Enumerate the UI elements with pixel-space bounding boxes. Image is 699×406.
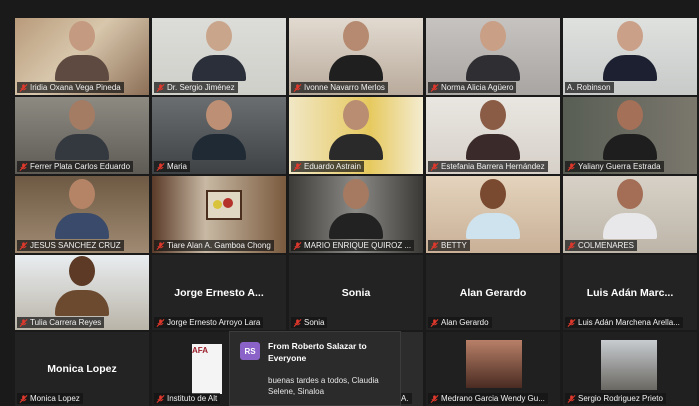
video-tile[interactable]: Norma Alicia Agüero	[426, 18, 560, 95]
chat-message-text: buenas tardes a todos, Claudia Selene, S…	[268, 376, 379, 396]
participant-name-tag: A. Robinson	[565, 82, 614, 93]
video-tile[interactable]: BETTY	[426, 176, 560, 253]
muted-mic-icon	[19, 162, 28, 171]
muted-mic-icon	[430, 318, 439, 327]
participant-display-name: Jorge Ernesto A...	[174, 286, 264, 299]
muted-mic-icon	[156, 83, 165, 92]
participant-name-tag: Sergio Rodriguez Prieto	[565, 393, 666, 404]
video-tile[interactable]: Maria	[152, 97, 286, 174]
video-tile[interactable]: Ferrer Plata Carlos Eduardo	[15, 97, 149, 174]
muted-mic-icon	[19, 241, 28, 250]
name-only-tile[interactable]: Jorge Ernesto A... Jorge Ernesto Arroyo …	[152, 255, 286, 330]
name-only-tile[interactable]: Monica Lopez Monica Lopez	[15, 332, 149, 406]
name-only-tile[interactable]: Luis Adán Marc... Luis Adán Marchena Are…	[563, 255, 697, 330]
participant-name-tag: Instituto de Alt	[154, 393, 221, 404]
participant-name-tag: Sonia	[291, 317, 328, 328]
video-tile[interactable]: Estefania Barrera Hernández	[426, 97, 560, 174]
participant-name-tag: BETTY	[428, 240, 470, 251]
video-tile[interactable]: Tiare Alan A. Gamboa Chong	[152, 176, 286, 253]
participant-name-tag: Jorge Ernesto Arroyo Lara	[154, 317, 264, 328]
participant-name-tag: Ferrer Plata Carlos Eduardo	[17, 161, 134, 172]
chat-notification-popup[interactable]: RS From Roberto Salazar to Everyone buen…	[229, 331, 401, 406]
participant-name-tag: Yaliany Guerra Estrada	[565, 161, 664, 172]
video-tile[interactable]: Dr. Sergio Jiménez	[152, 18, 286, 95]
participant-display-name: Monica Lopez	[47, 363, 117, 375]
participant-display-name: Sonia	[341, 286, 371, 299]
muted-mic-icon	[430, 394, 439, 403]
muted-mic-icon	[293, 241, 302, 250]
muted-mic-icon	[567, 318, 576, 327]
participant-name-tag: Dr. Sergio Jiménez	[154, 82, 238, 93]
muted-mic-icon	[567, 241, 576, 250]
video-tile[interactable]: Medrano Garcia Wendy Gu...	[426, 332, 560, 406]
video-tile[interactable]: Yaliany Guerra Estrada	[563, 97, 697, 174]
participant-name-tag: Medrano Garcia Wendy Gu...	[428, 393, 548, 404]
muted-mic-icon	[19, 83, 28, 92]
participant-name-tag: JESUS SANCHEZ CRUZ	[17, 240, 124, 251]
muted-mic-icon	[156, 394, 165, 403]
muted-mic-icon	[19, 318, 28, 327]
muted-mic-icon	[430, 241, 439, 250]
muted-mic-icon	[156, 318, 165, 327]
participant-name-tag: Maria	[154, 161, 191, 172]
participant-name-tag: COLMENARES	[565, 240, 638, 251]
muted-mic-icon	[293, 83, 302, 92]
participant-display-name: Luis Adán Marc...	[586, 286, 674, 299]
muted-mic-icon	[293, 162, 302, 171]
name-only-tile[interactable]: Alan Gerardo Alan Gerardo	[426, 255, 560, 330]
muted-mic-icon	[430, 162, 439, 171]
muted-mic-icon	[430, 83, 439, 92]
participant-name-tag: Tulia Carrera Reyes	[17, 317, 105, 328]
participant-display-name: Alan Gerardo	[459, 286, 527, 299]
participant-name-tag: Monica Lopez	[17, 393, 83, 404]
participant-name-tag: Iridia Oxana Vega Pineda	[17, 82, 124, 93]
video-tile[interactable]: MARIO ENRIQUE QUIROZ ...	[289, 176, 423, 253]
sender-avatar: RS	[240, 342, 260, 360]
muted-mic-icon	[19, 394, 28, 403]
video-tile[interactable]: Tulia Carrera Reyes	[15, 255, 149, 330]
participant-name-tag: Ivonne Navarro Merlos	[291, 82, 388, 93]
participant-name-tag: Estefania Barrera Hernández	[428, 161, 548, 172]
muted-mic-icon	[567, 394, 576, 403]
muted-mic-icon	[156, 241, 165, 250]
participant-name-tag: MARIO ENRIQUE QUIROZ ...	[291, 240, 415, 251]
chat-sender-header: From Roberto Salazar to Everyone	[268, 341, 367, 363]
participant-name-tag: Luis Adán Marchena Arella...	[565, 317, 683, 328]
name-only-tile[interactable]: Sonia Sonia	[289, 255, 423, 330]
video-tile[interactable]: Iridia Oxana Vega Pineda	[15, 18, 149, 95]
participant-name-tag: Norma Alicia Agüero	[428, 82, 517, 93]
participant-name-tag: Alan Gerardo	[428, 317, 492, 328]
video-tile[interactable]: Sergio Rodriguez Prieto	[563, 332, 697, 406]
muted-mic-icon	[156, 162, 165, 171]
video-tile[interactable]: Eduardo Astrain	[289, 97, 423, 174]
institution-logo: AFA	[192, 344, 222, 394]
video-tile[interactable]: Ivonne Navarro Merlos	[289, 18, 423, 95]
muted-mic-icon	[567, 162, 576, 171]
muted-mic-icon	[293, 318, 302, 327]
video-tile[interactable]: COLMENARES	[563, 176, 697, 253]
participant-name-tag: Tiare Alan A. Gamboa Chong	[154, 240, 274, 251]
video-tile[interactable]: JESUS SANCHEZ CRUZ	[15, 176, 149, 253]
participant-name-tag: Eduardo Astrain	[291, 161, 364, 172]
active-speaker-tile[interactable]: A. Robinson	[563, 18, 697, 95]
